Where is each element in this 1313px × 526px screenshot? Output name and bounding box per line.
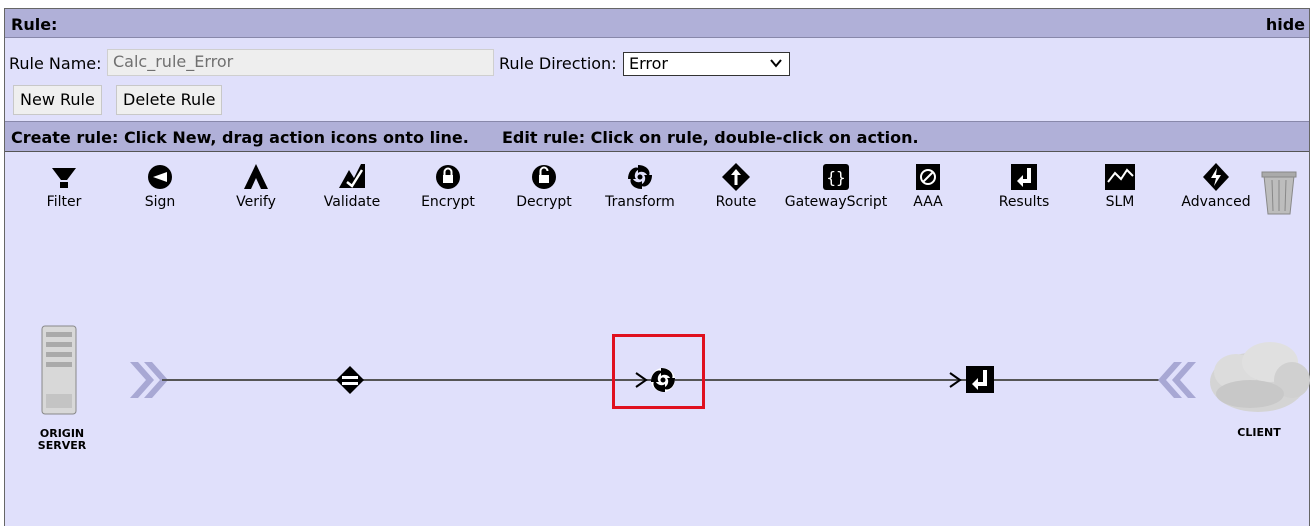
rule-name-label: Rule Name: — [9, 54, 102, 73]
palette-item-validate[interactable]: Validate — [297, 160, 407, 210]
instruction-bar: Create rule: Click New, drag action icon… — [5, 121, 1309, 152]
palette-item-encrypt[interactable]: Encrypt — [393, 160, 503, 210]
palette-item-label: Validate — [323, 194, 381, 210]
palette-item-label: Transform — [605, 194, 675, 210]
origin-label-line2: SERVER — [37, 439, 87, 452]
palette-item-transform[interactable]: Transform — [585, 160, 695, 210]
route-icon — [722, 163, 750, 191]
palette-item-label: Decrypt — [516, 194, 572, 210]
rule-direction-value: Error — [629, 54, 668, 73]
sign-icon — [148, 165, 172, 189]
palette-item-results[interactable]: Results — [969, 160, 1079, 210]
slm-icon — [1105, 164, 1135, 190]
client-label: CLIENT — [1237, 426, 1281, 439]
palette-item-filter[interactable]: Filter — [9, 160, 119, 210]
palette-item-decrypt[interactable]: Decrypt — [489, 160, 599, 210]
rule-name-input[interactable]: Calc_rule_Error — [107, 49, 494, 76]
panel-titlebar: Rule: hide — [5, 9, 1309, 38]
encrypt-icon — [436, 165, 460, 189]
svg-text:{}: {} — [826, 168, 845, 187]
palette-item-label: Verify — [236, 194, 276, 210]
palette-item-label: Results — [998, 194, 1050, 210]
validate-icon — [339, 164, 365, 188]
transform-icon — [628, 165, 652, 189]
panel-title: Rule: — [11, 15, 58, 34]
palette-item-label: Sign — [144, 194, 176, 210]
palette-item-label: SLM — [1105, 194, 1135, 210]
edit-instruction: Edit rule: Click on rule, double-click o… — [502, 128, 919, 147]
palette-item-advanced[interactable]: Advanced — [1161, 160, 1271, 210]
filter-icon — [52, 168, 76, 188]
palette-item-label: Filter — [46, 194, 82, 210]
results-icon — [1011, 164, 1037, 190]
palette-item-label: Advanced — [1181, 194, 1251, 210]
decrypt-icon — [532, 165, 556, 189]
gatewayscript-icon: {} — [823, 164, 849, 190]
palette-item-label: Route — [715, 194, 757, 210]
aaa-icon — [916, 164, 940, 190]
highlight-box — [612, 334, 705, 409]
palette-item-route[interactable]: Route — [681, 160, 791, 210]
palette-item-label: Encrypt — [421, 194, 475, 210]
advanced-icon — [1203, 163, 1229, 191]
verify-icon — [244, 164, 268, 189]
palette-item-slm[interactable]: SLM — [1065, 160, 1175, 210]
new-rule-button[interactable]: New Rule — [13, 85, 102, 115]
create-instruction: Create rule: Click New, drag action icon… — [11, 128, 469, 147]
palette-item-verify[interactable]: Verify — [201, 160, 311, 210]
palette-item-label: AAA — [913, 194, 943, 210]
rule-direction-select[interactable]: Error — [623, 52, 790, 76]
rule-direction-label: Rule Direction: — [499, 54, 617, 73]
chevron-down-icon — [770, 59, 782, 68]
palette-item-sign[interactable]: Sign — [105, 160, 215, 210]
origin-server-label: ORIGIN SERVER — [30, 428, 94, 452]
hide-link[interactable]: hide — [1266, 15, 1305, 34]
palette-item-aaa[interactable]: AAA — [873, 160, 983, 210]
delete-rule-button[interactable]: Delete Rule — [116, 85, 223, 115]
rule-panel: Rule: hide Rule Name: Calc_rule_Error Ru… — [4, 8, 1310, 526]
